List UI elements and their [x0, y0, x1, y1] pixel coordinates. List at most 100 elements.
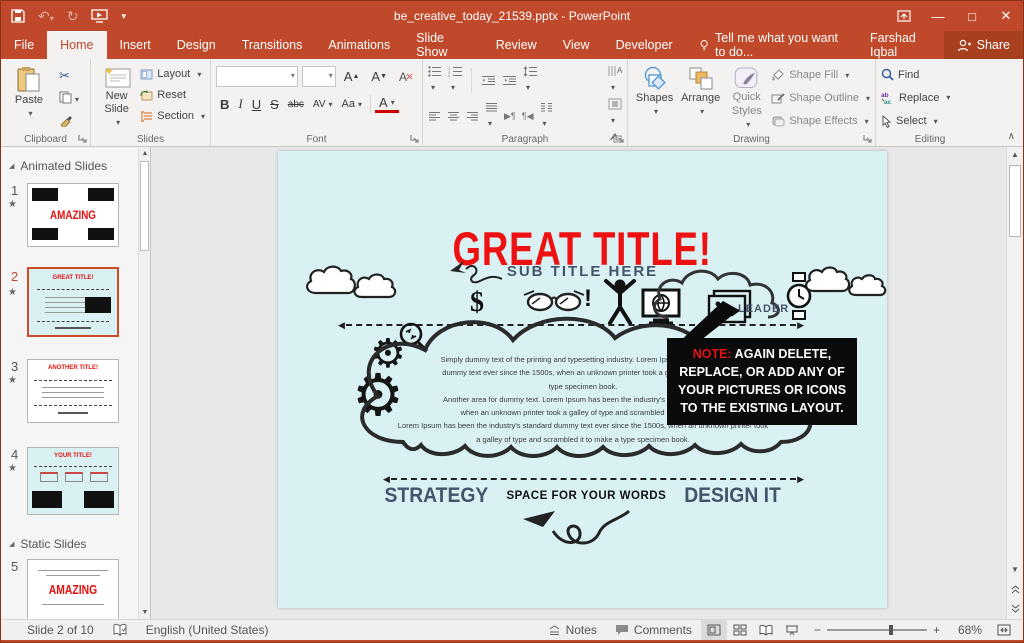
tab-home[interactable]: Home — [47, 31, 106, 59]
section-animated-slides[interactable]: Animated Slides — [9, 159, 107, 173]
zoom-slider[interactable] — [827, 629, 927, 631]
paste-dropdown[interactable] — [25, 107, 32, 120]
bold-button[interactable]: B — [216, 93, 233, 115]
new-slide-dropdown[interactable] — [113, 116, 120, 129]
font-color-button[interactable]: A — [375, 95, 399, 113]
align-center-button[interactable] — [447, 111, 460, 122]
increase-indent-button[interactable] — [502, 75, 517, 86]
strategy-label[interactable]: STRATEGY — [384, 484, 488, 508]
strikethrough-button[interactable]: S — [266, 93, 283, 115]
scroll-down-icon[interactable]: ▼ — [1007, 562, 1023, 577]
shape-fill-button[interactable]: Shape Fill — [771, 65, 870, 85]
language-indicator[interactable]: English (United States) — [137, 620, 278, 640]
collapse-ribbon-icon[interactable]: ∧ — [1008, 131, 1015, 142]
tab-developer[interactable]: Developer — [603, 31, 686, 59]
clear-formatting-button[interactable]: A — [395, 65, 417, 87]
numbering-button[interactable]: 123 — [448, 66, 462, 95]
character-spacing-button[interactable]: AV — [309, 93, 337, 115]
design-it-label[interactable]: DESIGN IT — [684, 484, 781, 508]
reading-view-button[interactable] — [753, 620, 779, 640]
font-name-combobox[interactable] — [216, 66, 298, 87]
fit-slide-to-window-icon[interactable] — [991, 620, 1017, 640]
comments-button[interactable]: Comments — [606, 620, 701, 640]
slide-5-thumbnail[interactable]: AMAZING — [27, 559, 119, 619]
exclamation-icon[interactable]: ! — [584, 285, 592, 313]
previous-slide-icon[interactable] — [1007, 582, 1023, 597]
shape-outline-button[interactable]: Shape Outline — [771, 88, 870, 108]
slide-3-thumbnail[interactable]: ANOTHER TITLE! — [27, 359, 119, 423]
align-left-button[interactable] — [428, 111, 441, 122]
slide-1-thumbnail[interactable]: AMAZING — [27, 183, 119, 247]
reset-button[interactable]: Reset — [140, 85, 205, 105]
tab-file[interactable]: File — [1, 31, 47, 59]
paste-button[interactable]: Paste — [6, 63, 52, 131]
tell-me-box[interactable]: Tell me what you want to do... — [686, 31, 856, 59]
decrease-font-size-button[interactable]: A▼ — [367, 65, 391, 87]
line-spacing-button[interactable] — [523, 66, 537, 95]
redo-icon[interactable]: ↻ — [67, 8, 79, 25]
tab-design[interactable]: Design — [164, 31, 229, 59]
text-shadow-button[interactable]: abc — [284, 93, 308, 115]
columns-button[interactable] — [540, 102, 553, 131]
glasses-icon[interactable] — [522, 287, 586, 313]
section-button[interactable]: Section — [140, 106, 205, 126]
maximize-button[interactable]: □ — [955, 1, 989, 31]
increase-font-size-button[interactable]: A▲ — [340, 65, 364, 87]
change-case-button[interactable]: Aa — [338, 93, 366, 115]
next-slide-icon[interactable] — [1007, 601, 1023, 616]
slide-2-thumbnail[interactable]: GREAT TITLE! — [27, 267, 119, 337]
spellcheck-icon[interactable] — [103, 620, 137, 640]
minimize-button[interactable]: — — [921, 1, 955, 31]
panel-scroll-down-icon[interactable]: ▼ — [139, 606, 151, 619]
replace-button[interactable]: abacReplace — [881, 88, 950, 107]
plane-loop-doodle-icon[interactable] — [521, 501, 646, 553]
panel-scroll-up-icon[interactable]: ▲ — [139, 147, 151, 160]
quick-styles-dropdown[interactable] — [743, 118, 750, 131]
customize-qat-icon[interactable]: ▾ — [121, 11, 126, 22]
decrease-indent-button[interactable] — [481, 75, 496, 86]
zoom-slider-thumb[interactable] — [889, 625, 893, 635]
ltr-direction-button[interactable]: ▶¶ — [504, 111, 516, 122]
notes-button[interactable]: Notes — [539, 620, 606, 640]
tab-transitions[interactable]: Transitions — [229, 31, 316, 59]
slide-counter[interactable]: Slide 2 of 10 — [1, 620, 103, 640]
select-button[interactable]: Select — [881, 112, 950, 131]
ribbon-display-options-icon[interactable] — [887, 1, 921, 31]
font-size-combobox[interactable] — [302, 66, 336, 87]
text-direction-button[interactable]: A — [608, 65, 622, 95]
tab-insert[interactable]: Insert — [107, 31, 164, 59]
account-name[interactable]: Farshad Iqbal — [856, 31, 944, 59]
zoom-out-button[interactable]: − — [805, 620, 821, 640]
bullets-button[interactable] — [428, 66, 442, 95]
undo-icon[interactable]: ↶▾ — [38, 8, 54, 25]
italic-button[interactable]: I — [234, 93, 246, 115]
scrollbar-thumb[interactable] — [1009, 165, 1021, 237]
zoom-in-button[interactable]: + — [933, 620, 949, 640]
clouds-left-icon[interactable] — [300, 255, 398, 305]
vertical-scrollbar[interactable]: ▲ ▼ — [1006, 147, 1023, 619]
align-text-button[interactable] — [608, 98, 622, 128]
panel-scrollbar-thumb[interactable] — [140, 161, 149, 251]
normal-view-button[interactable] — [701, 620, 727, 640]
layout-button[interactable]: Layout — [140, 64, 205, 84]
zoom-level[interactable]: 68% — [949, 620, 991, 640]
align-right-button[interactable] — [466, 111, 479, 122]
start-slideshow-icon[interactable] — [91, 9, 108, 23]
slide-sorter-view-button[interactable] — [727, 620, 753, 640]
tab-review[interactable]: Review — [483, 31, 550, 59]
format-painter-icon[interactable] — [55, 110, 83, 131]
tab-slide-show[interactable]: Slide Show — [403, 31, 483, 59]
close-button[interactable]: ✕ — [989, 1, 1023, 31]
section-static-slides[interactable]: Static Slides — [9, 537, 86, 551]
new-slide-button[interactable]: New Slide — [96, 63, 137, 131]
tab-animations[interactable]: Animations — [315, 31, 403, 59]
cut-icon[interactable]: ✂ — [55, 65, 83, 86]
paper-plane-squiggle-icon[interactable] — [448, 257, 510, 289]
arrange-dropdown[interactable] — [697, 105, 704, 118]
shapes-dropdown[interactable] — [651, 105, 658, 118]
quick-styles-button[interactable]: Quick Styles — [725, 63, 768, 131]
shapes-button[interactable]: Shapes — [633, 63, 676, 131]
scroll-up-icon[interactable]: ▲ — [1007, 147, 1023, 162]
share-button[interactable]: Share — [944, 31, 1023, 59]
slide-4-thumbnail[interactable]: YOUR TITLE! — [27, 447, 119, 515]
